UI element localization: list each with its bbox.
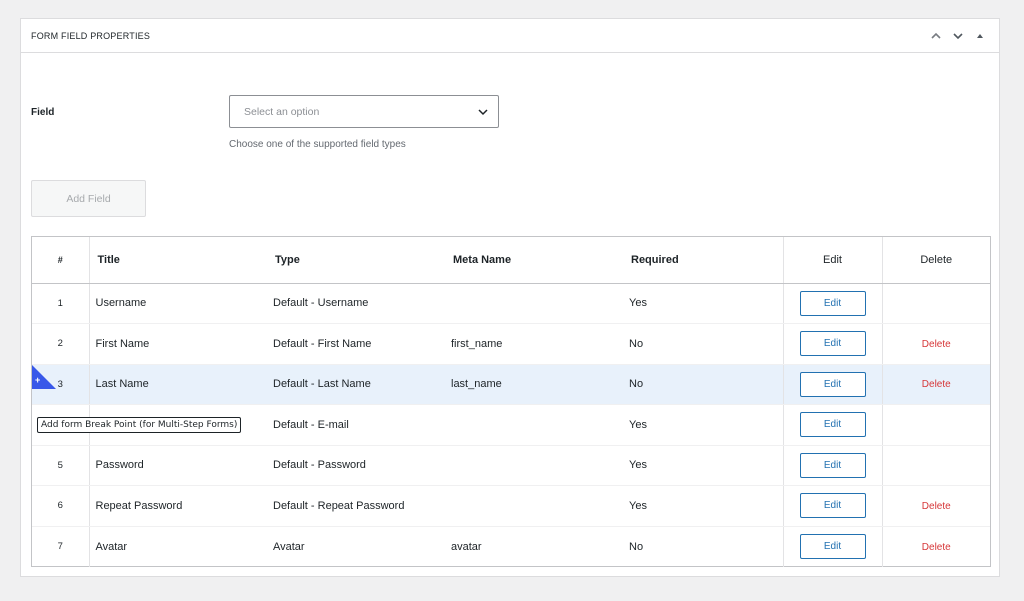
header-meta-name: Meta Name <box>445 237 623 284</box>
row-meta-name: avatar <box>451 540 482 553</box>
row-type: Avatar <box>273 540 305 553</box>
table-row[interactable]: 2 First Name Default - First Name first_… <box>32 323 990 365</box>
row-title: Password <box>89 445 267 486</box>
edit-button[interactable]: Edit <box>799 331 866 357</box>
row-title: Repeat Password <box>89 485 267 527</box>
row-required: Yes <box>623 283 783 324</box>
row-edit-cell: Edit <box>782 323 882 365</box>
plus-icon: + <box>35 374 41 385</box>
row-type: Default - Repeat Password <box>267 485 445 527</box>
edit-button[interactable]: Edit <box>799 290 866 316</box>
row-number: + 3 <box>32 364 90 405</box>
row-edit-cell: Edit <box>782 526 882 567</box>
row-delete-cell: Delete <box>881 526 990 567</box>
row-number-text: 3 <box>57 378 63 390</box>
row-delete-cell <box>881 404 990 446</box>
header-type: Type <box>267 237 445 284</box>
row-title: First Name <box>89 323 267 365</box>
row-type: Default - Password <box>267 445 445 486</box>
chevron-down-icon <box>953 32 963 39</box>
row-edit-cell: Edit <box>782 364 882 405</box>
row-number: 7 <box>32 526 90 567</box>
panel-header: FORM FIELD PROPERTIES <box>21 19 999 53</box>
row-required: Yes <box>623 485 783 527</box>
field-row: Field Select an option <box>31 95 991 129</box>
row-meta-name <box>445 283 623 324</box>
delete-link[interactable]: Delete <box>922 379 951 390</box>
row-type: Default - Last Name <box>267 364 445 405</box>
chevron-up-icon <box>931 32 941 39</box>
edit-button[interactable]: Edit <box>799 493 866 519</box>
panel-title: FORM FIELD PROPERTIES <box>31 30 151 41</box>
row-delete-cell: Delete <box>881 485 990 527</box>
row-number: 1 <box>32 283 90 324</box>
table-header-row: # Title Type Meta Name Required Edit Del… <box>32 237 990 284</box>
move-up-button[interactable] <box>927 27 945 45</box>
row-type: Default - Username <box>267 283 445 324</box>
row-type: Default - First Name <box>267 323 445 365</box>
delete-link[interactable]: Delete <box>922 542 951 553</box>
row-delete-cell <box>881 283 990 324</box>
add-field-button[interactable]: Add Field <box>31 180 146 217</box>
row-edit-cell: Edit <box>782 283 882 324</box>
row-title: Avatar <box>95 540 128 553</box>
edit-button[interactable]: Edit <box>799 371 866 397</box>
form-field-properties-panel: FORM FIELD PROPERTIES Field Select an op… <box>20 18 1000 577</box>
edit-button[interactable]: Edit <box>799 534 866 559</box>
row-title: Last Name <box>89 364 267 405</box>
field-label: Field <box>31 107 55 118</box>
fields-table-wrapper: # Title Type Meta Name Required Edit Del… <box>31 236 991 567</box>
table-row[interactable]: + 3 Last Name Default - Last Name last_n… <box>32 364 990 405</box>
breakpoint-tooltip: Add form Break Point (for Multi-Step For… <box>37 417 242 433</box>
row-meta-name <box>445 404 623 446</box>
table-row[interactable]: 5 Password Default - Password Yes Edit <box>32 445 990 486</box>
row-meta-name <box>445 485 623 527</box>
edit-button[interactable]: Edit <box>799 452 866 478</box>
row-meta-name: first_name <box>445 323 623 365</box>
field-help-text: Choose one of the supported field types <box>229 139 406 150</box>
row-delete-cell: Delete <box>881 323 990 365</box>
header-title: Title <box>89 237 267 284</box>
header-required: Required <box>623 237 783 284</box>
row-required: No <box>629 540 644 553</box>
row-meta-name: last_name <box>445 364 623 405</box>
panel-header-controls <box>927 27 989 45</box>
delete-link[interactable]: Delete <box>922 501 951 512</box>
toggle-panel-button[interactable] <box>971 27 989 45</box>
triangle-up-icon <box>977 33 983 38</box>
row-required: Yes <box>623 404 783 446</box>
fields-table: # Title Type Meta Name Required Edit Del… <box>32 237 990 567</box>
table-row[interactable]: 7 Avatar Avatar avatar No Edit Delete <box>32 526 990 567</box>
row-meta-name <box>445 445 623 486</box>
header-edit: Edit <box>782 237 882 284</box>
field-type-select-placeholder: Select an option <box>244 105 320 118</box>
field-type-select[interactable]: Select an option <box>229 95 499 128</box>
chevron-down-icon <box>478 108 488 115</box>
row-number: 5 <box>32 445 90 486</box>
table-row[interactable]: 1 Username Default - Username Yes Edit <box>32 283 990 324</box>
delete-link[interactable]: Delete <box>922 339 951 350</box>
row-edit-cell: Edit <box>782 445 882 486</box>
table-row[interactable]: 6 Repeat Password Default - Repeat Passw… <box>32 485 990 527</box>
row-required: No <box>623 323 783 365</box>
edit-button[interactable]: Edit <box>799 412 866 438</box>
row-required: No <box>623 364 783 405</box>
row-delete-cell: Delete <box>881 364 990 405</box>
move-down-button[interactable] <box>949 27 967 45</box>
row-title: Username <box>89 283 267 324</box>
row-number: 6 <box>32 485 90 527</box>
header-delete: Delete <box>881 237 990 284</box>
row-edit-cell: Edit <box>782 485 882 527</box>
row-required: Yes <box>623 445 783 486</box>
row-delete-cell <box>881 445 990 486</box>
row-number: 2 <box>32 323 90 365</box>
row-type: Default - E-mail <box>267 404 445 446</box>
header-number: # <box>32 237 90 284</box>
row-edit-cell: Edit <box>782 404 882 446</box>
